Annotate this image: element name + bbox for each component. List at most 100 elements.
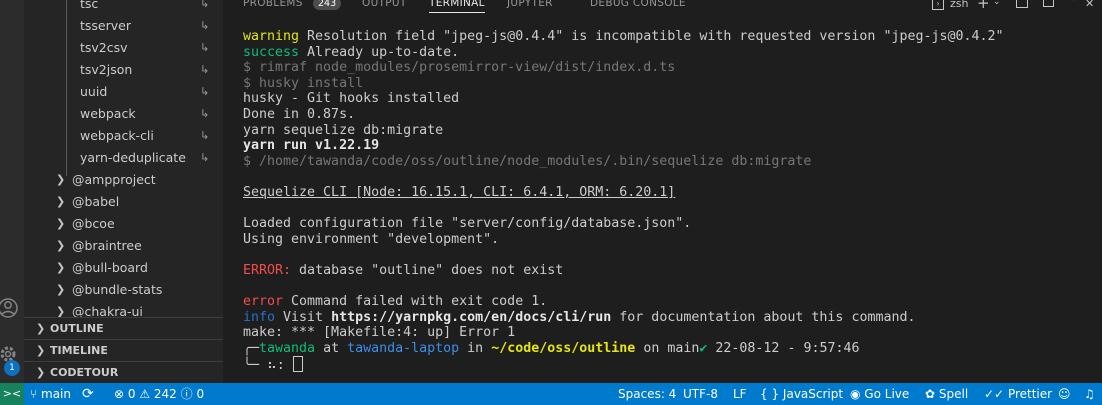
warning-icon: ⚠ bbox=[135, 387, 154, 401]
double-check-icon: ✓✓ bbox=[984, 387, 1008, 401]
symlink-icon: ↳ bbox=[200, 41, 210, 54]
symlink-icon: ↳ bbox=[200, 63, 210, 76]
chevron-right-icon: ❯ bbox=[56, 283, 66, 296]
terminal-line: $ rimraf node_modules/prosemirror-view/d… bbox=[243, 60, 676, 76]
terminal-line: yarn run v1.22.19 bbox=[243, 138, 380, 154]
maximize-panel-icon[interactable]: ⌃ bbox=[1070, 0, 1078, 8]
tree-item-folder[interactable]: ❯ @babel bbox=[24, 191, 223, 213]
tree-item-file[interactable]: tsv2csv ↳ bbox=[24, 37, 223, 59]
terminal-line: Using environment "development". bbox=[243, 231, 500, 247]
terminal-line: info Visit https://yarnpkg.com/en/docs/c… bbox=[243, 309, 916, 325]
terminal-line: Done in 0.87s. bbox=[243, 106, 356, 122]
activity-bar: 1 bbox=[0, 0, 24, 383]
terminal-cursor bbox=[292, 356, 303, 373]
symlink-icon: ↳ bbox=[200, 19, 210, 32]
panel-tabs: PROBLEMS 243 OUTPUT TERMINAL JUPYTER DEB… bbox=[223, 0, 1102, 14]
terminal-line: warning Resolution field "jpeg-js@0.4.4"… bbox=[243, 29, 1004, 44]
account-icon[interactable] bbox=[0, 290, 24, 330]
tree-item-file[interactable]: tsserver ↳ bbox=[24, 15, 223, 37]
chevron-right-icon: ❯ bbox=[56, 261, 66, 274]
chevron-right-icon: ❯ bbox=[56, 239, 66, 252]
symlink-icon: ↳ bbox=[200, 0, 210, 10]
chevron-right-icon: ❯ bbox=[56, 195, 66, 208]
tab-output[interactable]: OUTPUT bbox=[362, 0, 407, 9]
terminal-line: ERROR: database "outline" does not exist bbox=[243, 262, 564, 278]
trash-icon[interactable] bbox=[1043, 0, 1054, 7]
terminal-line: error Command failed with exit code 1. bbox=[243, 294, 548, 310]
terminal-panel: PROBLEMS 243 OUTPUT TERMINAL JUPYTER DEB… bbox=[223, 0, 1102, 383]
tree-item-file[interactable]: webpack ↳ bbox=[24, 103, 223, 125]
terminal-shell-icon[interactable]: › bbox=[932, 0, 944, 10]
tree-item-folder[interactable]: ❯ @ampproject bbox=[24, 169, 223, 191]
prompt-input-line[interactable]: ╰─ ⠦: bbox=[243, 356, 1093, 373]
prettier-item[interactable]: ✓✓ Prettier bbox=[984, 383, 1052, 405]
tree-item-file[interactable]: webpack-cli ↳ bbox=[24, 125, 223, 147]
tree-item-file[interactable]: tsv2json ↳ bbox=[24, 59, 223, 81]
encoding-item[interactable]: UTF-8 bbox=[683, 383, 718, 405]
chevron-down-icon[interactable]: ⌄ bbox=[993, 0, 1001, 7]
tab-problems[interactable]: PROBLEMS bbox=[243, 0, 303, 9]
spell-check-icon: ✿ bbox=[925, 387, 939, 401]
braces-icon: { } bbox=[760, 387, 780, 401]
terminal-link[interactable]: https://yarnpkg.com/en/docs/cli/run bbox=[331, 310, 611, 325]
indentation-item[interactable]: Spaces: 4 bbox=[618, 383, 676, 405]
tree-item-file[interactable]: yarn-deduplicate ↳ bbox=[24, 147, 223, 169]
tree-item-file[interactable]: uuid ↳ bbox=[24, 81, 223, 103]
terminal-line: $ husky install bbox=[243, 75, 364, 91]
tab-terminal[interactable]: TERMINAL bbox=[429, 0, 485, 13]
symlink-icon: ↳ bbox=[200, 85, 210, 98]
split-terminal-icon[interactable] bbox=[1016, 0, 1028, 8]
symlink-icon: ↳ bbox=[200, 151, 210, 164]
explorer-sidebar: tsc ↳ tsserver ↳ tsv2csv ↳ tsv2json ↳ uuid ↳ webpa… bbox=[24, 0, 223, 383]
chevron-right-icon: ❯ bbox=[56, 217, 66, 230]
branch-item[interactable]: ⑂ main bbox=[30, 383, 71, 405]
tree-item-folder[interactable]: ❯ @bcoe bbox=[24, 213, 223, 235]
language-item[interactable]: { } JavaScript bbox=[760, 383, 843, 405]
settings-badge: 1 bbox=[4, 360, 20, 376]
symlink-icon: ↳ bbox=[200, 107, 210, 120]
bell-icon[interactable]: ♫ bbox=[1084, 383, 1095, 405]
terminal-line: Loaded configuration file "server/config… bbox=[243, 216, 692, 232]
terminal-output[interactable]: warning Resolution field "jpeg-js@0.4.4"… bbox=[243, 29, 1093, 373]
prompt-line: ╭─tawanda at tawanda-laptop in ~/code/os… bbox=[243, 340, 860, 356]
tree-item-folder[interactable]: ❯ @bundle-stats bbox=[24, 279, 223, 301]
problems-count-badge: 243 bbox=[313, 0, 342, 10]
new-terminal-icon[interactable]: + bbox=[977, 0, 990, 12]
error-icon: ⊗ bbox=[114, 387, 128, 401]
section-timeline[interactable]: ❯ TIMELINE bbox=[24, 339, 223, 362]
section-codetour[interactable]: ❯ CODETOUR bbox=[24, 361, 223, 383]
terminal-line: make: *** [Makefile:4: up] Error 1 bbox=[243, 325, 516, 341]
feedback-icon[interactable]: ☺ bbox=[1058, 383, 1071, 405]
terminal-line: yarn sequelize db:migrate bbox=[243, 122, 444, 138]
tab-debug-console[interactable]: DEBUG CONSOLE bbox=[590, 0, 686, 9]
problems-item[interactable]: ⊗ 0 ⚠ 242 ⓘ 0 bbox=[114, 383, 204, 405]
terminal-line: husky - Git hooks installed bbox=[243, 91, 460, 107]
terminal-line: $ /home/tawanda/code/oss/outline/node_mo… bbox=[243, 153, 812, 169]
spell-item[interactable]: ✿ Spell bbox=[925, 383, 968, 405]
tree-item-folder[interactable]: ❯ @bull-board bbox=[24, 257, 223, 279]
chevron-right-icon: ❯ bbox=[36, 322, 46, 335]
chevron-right-icon: ❯ bbox=[36, 344, 46, 357]
tree-item-file[interactable]: tsc ↳ bbox=[24, 0, 223, 15]
close-panel-icon[interactable]: ✕ bbox=[1085, 0, 1094, 10]
tab-jupyter[interactable]: JUPYTER bbox=[507, 0, 553, 9]
sync-icon[interactable]: ⟳ bbox=[82, 383, 94, 405]
chevron-right-icon: ❯ bbox=[36, 366, 46, 379]
eol-item[interactable]: LF bbox=[733, 383, 747, 405]
symlink-icon: ↳ bbox=[200, 129, 210, 142]
terminal-line: Sequelize CLI [Node: 16.15.1, CLI: 6.4.1… bbox=[243, 184, 676, 200]
go-live-item[interactable]: ◉ Go Live bbox=[850, 383, 909, 405]
info-icon: ⓘ bbox=[176, 387, 197, 401]
terminal-line: success Already up-to-date. bbox=[243, 44, 460, 60]
tree-item-folder[interactable]: ❯ @braintree bbox=[24, 235, 223, 257]
broadcast-icon: ◉ bbox=[850, 387, 865, 401]
terminal-name[interactable]: zsh bbox=[950, 0, 968, 10]
remote-icon[interactable]: >< bbox=[0, 383, 24, 405]
git-branch-icon: ⑂ bbox=[30, 387, 42, 401]
chevron-right-icon: ❯ bbox=[56, 173, 66, 186]
section-outline[interactable]: ❯ OUTLINE bbox=[24, 317, 223, 340]
